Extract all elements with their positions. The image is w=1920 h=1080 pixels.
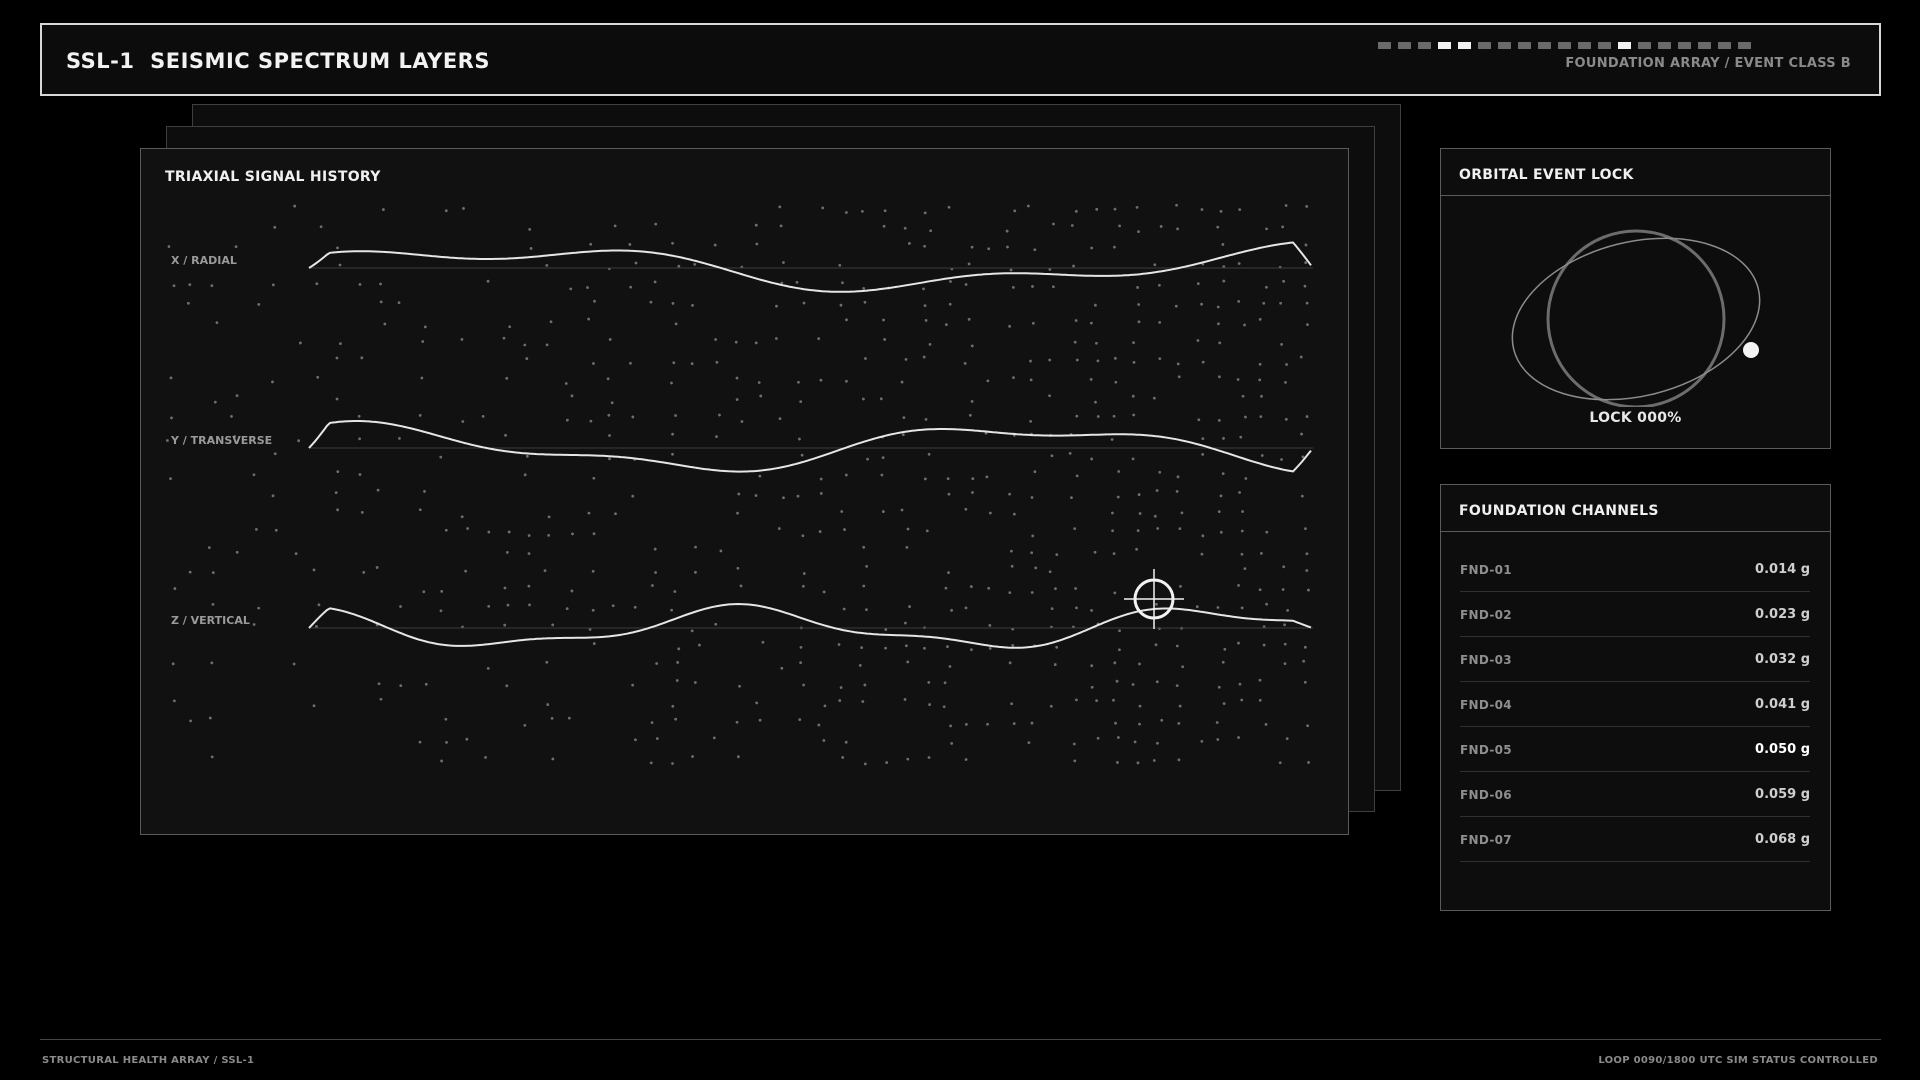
- channel-row[interactable]: FND-06 0.059 g: [1460, 773, 1810, 817]
- channel-row[interactable]: FND-01 0.014 g: [1460, 548, 1810, 592]
- orbital-panel-title: ORBITAL EVENT LOCK: [1441, 149, 1830, 196]
- lock-percentage: LOCK 000%: [1589, 410, 1682, 426]
- channel-row[interactable]: FND-07 0.068 g: [1460, 818, 1810, 862]
- channel-list: FND-01 0.014 g FND-02 0.023 g FND-03 0.0…: [1460, 548, 1810, 863]
- signal-panel-title: TRIAXIAL SIGNAL HISTORY: [165, 169, 381, 185]
- channel-name: FND-04: [1460, 697, 1512, 712]
- crosshair-cursor-icon[interactable]: [1124, 569, 1184, 629]
- channel-value: 0.014 g: [1755, 562, 1810, 577]
- orbital-event-lock-panel: ORBITAL EVENT LOCK LOCK 000%: [1440, 148, 1831, 449]
- axis-label-x: X / RADIAL: [171, 254, 237, 267]
- channel-value: 0.023 g: [1755, 607, 1810, 622]
- channel-value: 0.068 g: [1755, 832, 1810, 847]
- progress-segment: [1738, 42, 1751, 49]
- progress-segment: [1498, 42, 1511, 49]
- orbit-ellipse: [1511, 237, 1761, 401]
- channel-row[interactable]: FND-04 0.041 g: [1460, 683, 1810, 727]
- channel-value: 0.050 g: [1755, 742, 1810, 757]
- channel-name: FND-06: [1460, 787, 1512, 802]
- signal-traces: [308, 241, 1312, 649]
- header-bar: SSL-1 SEISMIC SPECTRUM LAYERS FOUNDATION…: [40, 23, 1881, 96]
- channel-name: FND-07: [1460, 832, 1512, 847]
- progress-segment: [1578, 42, 1591, 49]
- progress-segment: [1718, 42, 1731, 49]
- signal-plot[interactable]: X / RADIAL Y / TRANSVERSE Z / VERTICAL: [141, 149, 1348, 834]
- progress-segment: [1418, 42, 1431, 49]
- channel-row[interactable]: FND-05 0.050 g: [1460, 728, 1810, 772]
- header-subtitle: FOUNDATION ARRAY / EVENT CLASS B: [1565, 56, 1851, 71]
- channel-name: FND-05: [1460, 742, 1512, 757]
- axis-label-z: Z / VERTICAL: [171, 614, 250, 627]
- channel-value: 0.059 g: [1755, 787, 1810, 802]
- channel-name: FND-02: [1460, 607, 1512, 622]
- footer-left-text: STRUCTURAL HEALTH ARRAY / SSL-1: [42, 1055, 255, 1066]
- orbit-marker-dot: [1743, 342, 1759, 358]
- progress-segment: [1638, 42, 1651, 49]
- orbit-circle: [1546, 229, 1726, 407]
- progress-segment: [1618, 42, 1631, 49]
- axis-labels: X / RADIAL Y / TRANSVERSE Z / VERTICAL: [170, 254, 272, 627]
- progress-segment: [1658, 42, 1671, 49]
- channel-value: 0.032 g: [1755, 652, 1810, 667]
- signal-trace: [308, 602, 1312, 649]
- progress-segment: [1398, 42, 1411, 49]
- channel-value: 0.041 g: [1755, 697, 1810, 712]
- channel-row[interactable]: FND-02 0.023 g: [1460, 593, 1810, 637]
- channels-panel-title: FOUNDATION CHANNELS: [1441, 485, 1830, 532]
- progress-segment: [1698, 42, 1711, 49]
- progress-segment: [1478, 42, 1491, 49]
- signal-trace: [308, 241, 1312, 293]
- channel-name: FND-03: [1460, 652, 1512, 667]
- axis-label-y: Y / TRANSVERSE: [170, 434, 272, 447]
- triaxial-signal-panel[interactable]: X / RADIAL Y / TRANSVERSE Z / VERTICAL T…: [140, 148, 1349, 835]
- dot-grid: [166, 203, 1310, 766]
- footer-divider: [40, 1039, 1881, 1040]
- footer-status-text: LOOP 0090/1800 UTC SIM STATUS CONTROLLED: [1598, 1055, 1878, 1066]
- progress-segments: [1378, 42, 1751, 49]
- progress-segment: [1598, 42, 1611, 49]
- progress-segment: [1378, 42, 1391, 49]
- progress-segment: [1678, 42, 1691, 49]
- progress-segment: [1558, 42, 1571, 49]
- progress-segment: [1538, 42, 1551, 49]
- signal-trace: [308, 420, 1312, 473]
- baselines: [309, 267, 1313, 629]
- progress-segment: [1438, 42, 1451, 49]
- channel-row[interactable]: FND-03 0.032 g: [1460, 638, 1810, 682]
- progress-segment: [1518, 42, 1531, 49]
- app-title: SSL-1 SEISMIC SPECTRUM LAYERS: [66, 49, 490, 73]
- channel-name: FND-01: [1460, 562, 1512, 577]
- progress-segment: [1458, 42, 1471, 49]
- foundation-channels-panel: FOUNDATION CHANNELS FND-01 0.014 g FND-0…: [1440, 484, 1831, 911]
- orbit-diagram: [1511, 229, 1761, 407]
